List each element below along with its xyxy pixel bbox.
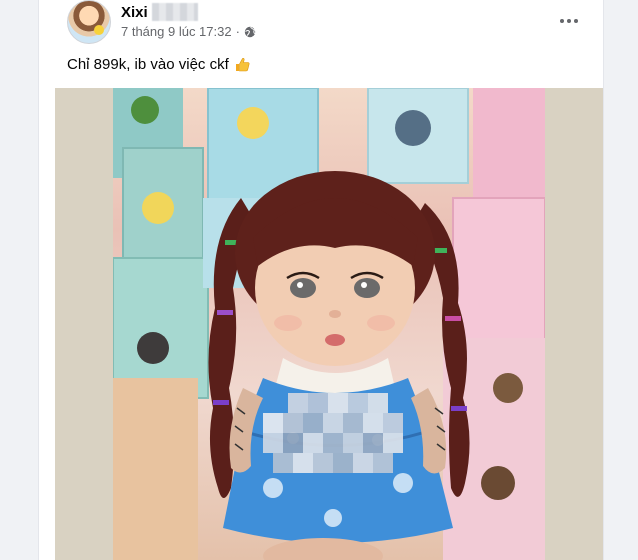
post-media[interactable] (55, 88, 603, 560)
author-name[interactable]: Xixi (121, 4, 148, 21)
more-options-icon (559, 11, 579, 29)
meta-separator: · (235, 24, 240, 39)
post-header: Xixi 7 tháng 9 lúc 17:32 · (39, 0, 603, 50)
post-card: Xixi 7 tháng 9 lúc 17:32 · Chỉ 899k, ib … (38, 0, 604, 560)
post-timestamp[interactable]: 7 tháng 9 lúc 17:32 (121, 24, 232, 39)
globe-icon (244, 26, 256, 38)
more-options-button[interactable] (555, 6, 583, 34)
doll-photo[interactable] (113, 88, 545, 560)
author-avatar[interactable] (67, 0, 111, 44)
post-text-content: Chỉ 899k, ib vào việc ckf (67, 56, 229, 73)
thumbs-up-icon (234, 56, 251, 73)
post-text: Chỉ 899k, ib vào việc ckf (67, 56, 251, 73)
name-redaction-blur (151, 3, 198, 21)
author-name-row: Xixi (121, 2, 198, 22)
post-meta: 7 tháng 9 lúc 17:32 · (121, 24, 256, 39)
